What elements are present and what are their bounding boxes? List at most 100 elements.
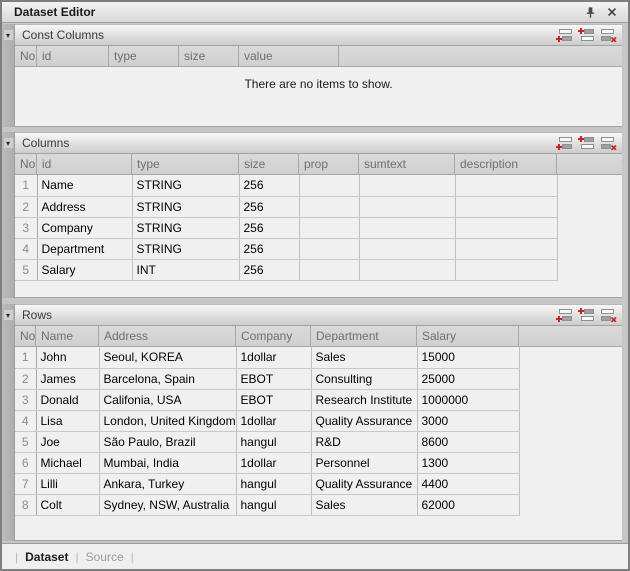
table-cell[interactable]: Mumbai, India [99,452,236,473]
column-header-company[interactable]: Company [236,326,311,346]
row-number-cell[interactable]: 3 [15,389,36,410]
add-row-icon[interactable] [556,308,573,322]
row-number-cell[interactable]: 4 [15,238,37,259]
delete-row-icon[interactable] [600,136,617,150]
table-cell[interactable]: São Paulo, Brazil [99,431,236,452]
table-cell[interactable]: Quality Assurance [311,473,417,494]
table-cell[interactable]: 1dollar [236,347,311,368]
table-cell[interactable]: Sydney, NSW, Australia [99,494,236,515]
table-cell[interactable]: 62000 [417,494,519,515]
section-collapse-gutter[interactable]: ▾ [2,24,15,127]
table-cell[interactable]: STRING [132,196,239,217]
pin-icon[interactable] [582,5,598,19]
row-number-cell[interactable]: 5 [15,259,37,280]
table-cell[interactable]: STRING [132,217,239,238]
table-cell[interactable]: Colt [36,494,99,515]
table-cell[interactable]: hangul [236,494,311,515]
table-cell[interactable]: Name [37,175,132,196]
table-cell[interactable]: 4400 [417,473,519,494]
table-cell[interactable]: Joe [36,431,99,452]
row-number-cell[interactable]: 3 [15,217,37,238]
table-cell[interactable]: EBOT [236,368,311,389]
table-cell[interactable]: Sales [311,347,417,368]
table-cell[interactable]: R&D [311,431,417,452]
table-cell[interactable]: 8600 [417,431,519,452]
section-collapse-gutter[interactable]: ▾ [2,132,15,298]
table-cell[interactable] [359,238,455,259]
table-cell[interactable] [455,175,557,196]
table-cell[interactable]: 256 [239,196,299,217]
row-number-cell[interactable]: 2 [15,368,36,389]
table-cell[interactable]: Research Institute [311,389,417,410]
table-cell[interactable]: Personnel [311,452,417,473]
table-cell[interactable] [299,217,359,238]
table-cell[interactable]: James [36,368,99,389]
table-cell[interactable]: Company [37,217,132,238]
column-header-size[interactable]: size [239,154,299,174]
close-icon[interactable] [604,5,620,19]
table-cell[interactable] [299,175,359,196]
column-header-description[interactable]: description [455,154,557,174]
table-cell[interactable] [359,196,455,217]
column-header-no[interactable]: No [15,326,36,346]
table-cell[interactable]: Califonia, USA [99,389,236,410]
table-cell[interactable] [359,175,455,196]
column-header-salary[interactable]: Salary [417,326,519,346]
table-cell[interactable]: 15000 [417,347,519,368]
table-cell[interactable]: Salary [37,259,132,280]
row-number-cell[interactable]: 4 [15,410,36,431]
column-header-type[interactable]: type [132,154,239,174]
table-cell[interactable]: Donald [36,389,99,410]
table-cell[interactable] [455,238,557,259]
table-cell[interactable] [455,217,557,238]
table-cell[interactable]: 3000 [417,410,519,431]
table-cell[interactable] [299,259,359,280]
table-cell[interactable]: Department [37,238,132,259]
table-cell[interactable]: 256 [239,259,299,280]
table-cell[interactable] [359,217,455,238]
table-cell[interactable]: Address [37,196,132,217]
table-cell[interactable] [299,238,359,259]
column-header-name[interactable]: Name [36,326,99,346]
table-cell[interactable] [299,196,359,217]
row-number-cell[interactable]: 2 [15,196,37,217]
chevron-down-icon[interactable]: ▾ [3,137,14,149]
row-number-cell[interactable]: 1 [15,347,36,368]
table-cell[interactable] [359,259,455,280]
chevron-down-icon[interactable]: ▾ [3,309,14,321]
column-header-id[interactable]: id [37,46,109,66]
column-header-address[interactable]: Address [99,326,236,346]
table-cell[interactable]: Sales [311,494,417,515]
column-header-no[interactable]: No [15,46,37,66]
table-cell[interactable]: STRING [132,238,239,259]
row-number-cell[interactable]: 6 [15,452,36,473]
section-collapse-gutter[interactable]: ▾ [2,304,15,541]
table-cell[interactable]: 1300 [417,452,519,473]
table-cell[interactable]: EBOT [236,389,311,410]
table-cell[interactable]: Barcelona, Spain [99,368,236,389]
table-cell[interactable]: 256 [239,217,299,238]
row-number-cell[interactable]: 1 [15,175,37,196]
table-cell[interactable]: 1dollar [236,410,311,431]
table-cell[interactable]: Lisa [36,410,99,431]
row-number-cell[interactable]: 5 [15,431,36,452]
table-cell[interactable]: 25000 [417,368,519,389]
insert-row-icon[interactable] [578,28,595,42]
table-cell[interactable]: 1dollar [236,452,311,473]
tab-source[interactable]: Source [86,550,124,564]
table-cell[interactable]: Seoul, KOREA [99,347,236,368]
table-cell[interactable]: hangul [236,473,311,494]
table-cell[interactable]: STRING [132,175,239,196]
delete-row-icon[interactable] [600,28,617,42]
table-cell[interactable]: hangul [236,431,311,452]
table-cell[interactable]: Quality Assurance [311,410,417,431]
table-cell[interactable]: Michael [36,452,99,473]
column-header-type[interactable]: type [109,46,179,66]
insert-row-icon[interactable] [578,136,595,150]
row-number-cell[interactable]: 8 [15,494,36,515]
table-cell[interactable]: Lilli [36,473,99,494]
table-cell[interactable]: London, United Kingdom [99,410,236,431]
table-cell[interactable]: Consulting [311,368,417,389]
column-header-value[interactable]: value [239,46,339,66]
tab-dataset[interactable]: Dataset [25,550,68,564]
